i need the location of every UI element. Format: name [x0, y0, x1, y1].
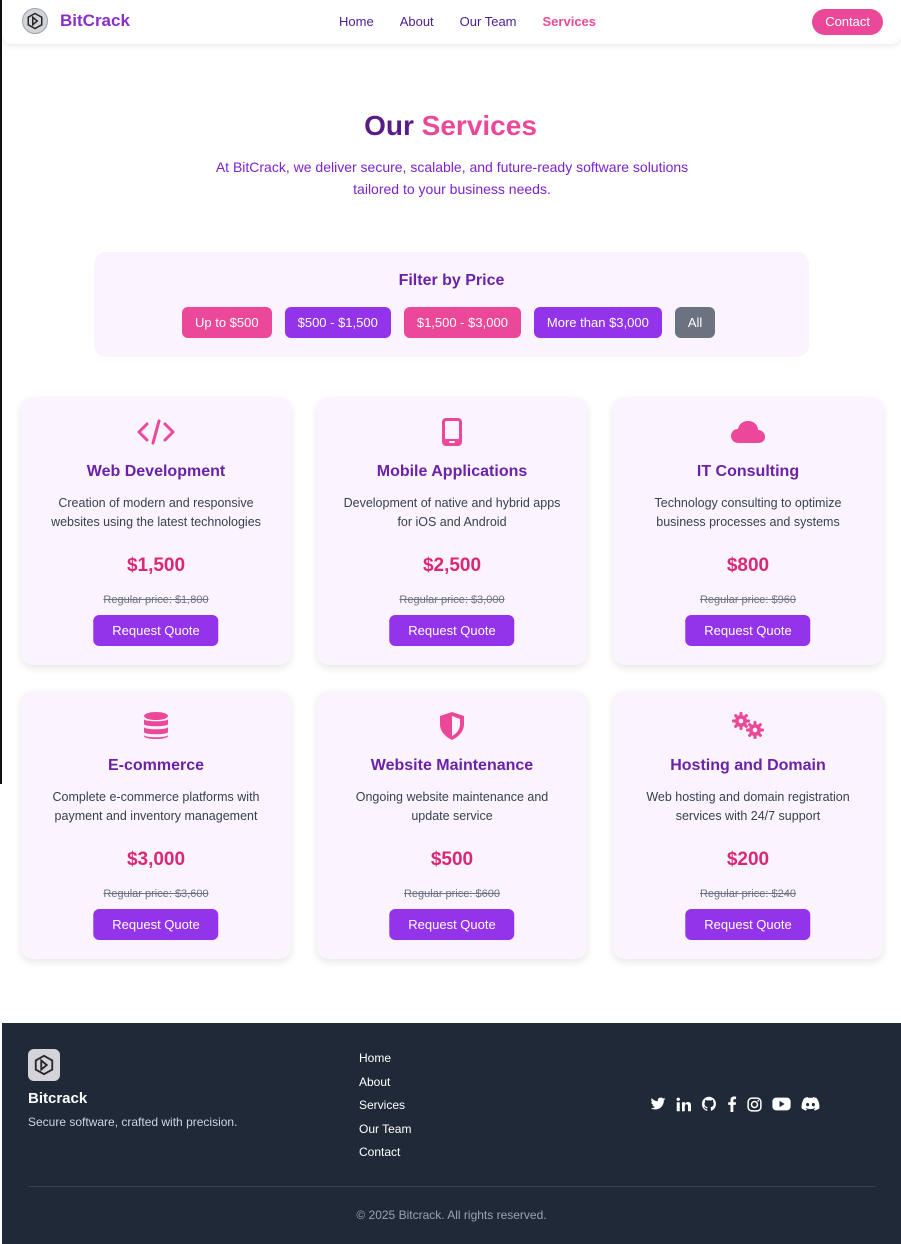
service-card-hosting-and-domain: Hosting and Domain Web hosting and domai…	[613, 691, 883, 959]
service-regular-price: Regular price: $3,000	[399, 594, 505, 606]
service-title: IT Consulting	[696, 463, 800, 480]
page-title: Our Services	[0, 110, 901, 142]
filter-up-to-500-button[interactable]: Up to $500	[182, 307, 272, 338]
footer-tagline: Secure software, crafted with precision.	[28, 1115, 238, 1129]
service-regular-price: Regular price: $3,600	[103, 888, 209, 900]
code-icon	[21, 417, 291, 447]
service-card-e-commerce: E-commerce Complete e-commerce platforms…	[21, 691, 291, 959]
service-price: $3,000	[126, 849, 186, 870]
filter-title: Filter by Price	[398, 272, 505, 289]
service-description: Complete e-commerce platforms with payme…	[52, 790, 260, 823]
top-navbar: BitCrack Home About Our Team Services Co…	[2, 0, 901, 44]
request-quote-button[interactable]: Request Quote	[93, 909, 219, 940]
contact-button[interactable]: Contact	[812, 9, 883, 35]
service-description: Technology consulting to optimize busine…	[654, 496, 842, 529]
nav-about[interactable]: About	[400, 14, 434, 29]
gears-icon	[613, 711, 883, 741]
service-title: Website Maintenance	[370, 757, 534, 774]
filter-500-1500-button[interactable]: $500 - $1,500	[284, 307, 391, 338]
service-card-mobile-applications: Mobile Applications Development of nativ…	[317, 397, 587, 665]
copyright-text: © 2025 Bitcrack. All rights reserved.	[356, 1208, 547, 1222]
filter-all-button[interactable]: All	[674, 307, 716, 338]
social-links	[650, 1096, 830, 1112]
footer-divider	[28, 1186, 876, 1187]
service-description: Ongoing website maintenance and update s…	[355, 790, 549, 823]
footer-link-about[interactable]: About	[359, 1074, 411, 1098]
service-title: E-commerce	[107, 757, 205, 774]
filter-1500-3000-button[interactable]: $1,500 - $3,000	[403, 307, 521, 338]
nav-our-team[interactable]: Our Team	[460, 14, 517, 29]
brand[interactable]: BitCrack	[22, 8, 130, 34]
service-description: Development of native and hybrid apps fo…	[343, 496, 561, 529]
brand-name: BitCrack	[60, 11, 130, 30]
linkedin-icon[interactable]	[676, 1097, 691, 1112]
footer-brand: Bitcrack	[28, 1090, 88, 1107]
service-description: Web hosting and domain registration serv…	[646, 790, 850, 823]
request-quote-button[interactable]: Request Quote	[685, 909, 811, 940]
page-subtitle: At BitCrack, we deliver secure, scalable…	[215, 159, 689, 197]
service-regular-price: Regular price: $1,800	[103, 594, 209, 606]
youtube-icon[interactable]	[772, 1097, 791, 1111]
footer-links: Home About Services Our Team Contact	[359, 1050, 411, 1168]
price-filter-panel: Filter by Price Up to $500 $500 - $1,500…	[94, 252, 809, 357]
request-quote-button[interactable]: Request Quote	[685, 615, 811, 646]
footer-link-services[interactable]: Services	[359, 1097, 411, 1121]
service-price: $200	[726, 849, 770, 870]
service-title: Mobile Applications	[376, 463, 528, 480]
service-price: $2,500	[422, 555, 482, 576]
mobile-icon	[317, 417, 587, 447]
service-description: Creation of modern and responsive websit…	[51, 496, 261, 529]
request-quote-button[interactable]: Request Quote	[389, 615, 515, 646]
discord-icon[interactable]	[801, 1097, 820, 1111]
service-price: $800	[726, 555, 770, 576]
nav-home[interactable]: Home	[339, 14, 374, 29]
database-icon	[21, 711, 291, 741]
main-nav: Home About Our Team Services	[339, 14, 622, 29]
service-price: $1,500	[126, 555, 186, 576]
request-quote-button[interactable]: Request Quote	[93, 615, 219, 646]
service-regular-price: Regular price: $240	[699, 888, 796, 900]
cloud-icon	[613, 417, 883, 447]
title-part-services: Services	[421, 110, 537, 141]
hexagon-logo-icon	[22, 8, 48, 34]
service-card-it-consulting: IT Consulting Technology consulting to o…	[613, 397, 883, 665]
service-card-website-maintenance: Website Maintenance Ongoing website main…	[317, 691, 587, 959]
service-regular-price: Regular price: $600	[403, 888, 500, 900]
nav-services[interactable]: Services	[543, 14, 597, 29]
twitter-icon[interactable]	[650, 1097, 666, 1111]
instagram-icon[interactable]	[747, 1096, 762, 1112]
service-price: $500	[430, 849, 474, 870]
site-footer: Bitcrack Secure software, crafted with p…	[2, 1023, 901, 1244]
filter-more-than-3000-button[interactable]: More than $3,000	[533, 307, 662, 338]
service-title: Hosting and Domain	[670, 757, 826, 774]
footer-link-home[interactable]: Home	[359, 1050, 411, 1074]
service-title: Web Development	[86, 463, 226, 480]
service-card-web-development: Web Development Creation of modern and r…	[21, 397, 291, 665]
facebook-icon[interactable]	[727, 1096, 737, 1112]
shield-icon	[317, 711, 587, 741]
request-quote-button[interactable]: Request Quote	[389, 909, 515, 940]
github-icon[interactable]	[701, 1096, 717, 1112]
footer-link-contact[interactable]: Contact	[359, 1144, 411, 1168]
service-regular-price: Regular price: $960	[699, 594, 796, 606]
footer-logo-icon	[28, 1049, 60, 1081]
footer-link-our-team[interactable]: Our Team	[359, 1121, 411, 1145]
title-part-our: Our	[364, 110, 414, 141]
filter-button-group: Up to $500 $500 - $1,500 $1,500 - $3,000…	[182, 307, 728, 338]
